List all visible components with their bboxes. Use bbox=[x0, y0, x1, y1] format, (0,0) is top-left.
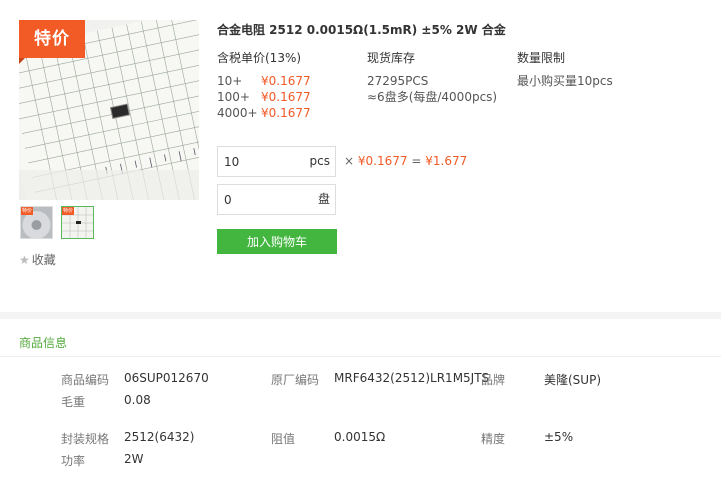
product-code-value: 06SUP012670 bbox=[124, 371, 209, 385]
price-calculation: × ¥0.1677 = ¥1.677 bbox=[344, 154, 467, 168]
tier-qty: 4000+ bbox=[217, 106, 258, 120]
tolerance-label: 精度 bbox=[481, 432, 506, 446]
section-title: 商品信息 bbox=[19, 336, 68, 350]
price-tier: 10+ ¥0.1677 bbox=[217, 73, 311, 89]
calc-unit-price: ¥0.1677 bbox=[357, 154, 408, 168]
thumbnail-reel[interactable]: 特价 bbox=[20, 206, 53, 239]
thumbnail-ruler[interactable]: 特价 bbox=[61, 206, 94, 239]
stock-info: 27295PCS ≈6盘多(每盘/4000pcs) bbox=[367, 73, 497, 105]
package-value: 2512(6432) bbox=[124, 430, 195, 444]
resistance-label: 阻值 bbox=[271, 432, 296, 446]
section-underline bbox=[0, 356, 721, 357]
favorite-button[interactable]: ★ 收藏 bbox=[19, 251, 56, 268]
quantity-input[interactable] bbox=[218, 147, 304, 176]
quantity-unit: pcs bbox=[309, 154, 330, 168]
section-divider bbox=[0, 312, 721, 319]
limit-header: 数量限制 bbox=[517, 51, 566, 65]
tier-price: ¥0.1677 bbox=[261, 74, 311, 88]
add-to-cart-button[interactable]: 加入购物车 bbox=[217, 229, 337, 254]
limit-text: 最小购买量10pcs bbox=[517, 74, 613, 88]
product-title: 合金电阻 2512 0.0015Ω(1.5mR) ±5% 2W 合金 bbox=[217, 23, 506, 37]
stock-reels: ≈6盘多(每盘/4000pcs) bbox=[367, 90, 498, 104]
thumbnail-badge: 特价 bbox=[62, 207, 74, 215]
tolerance-value: ±5% bbox=[544, 430, 574, 444]
tier-price: ¥0.1677 bbox=[261, 106, 311, 120]
price-header: 含税单价(13%) bbox=[217, 51, 302, 65]
product-code-label: 商品编码 bbox=[61, 373, 110, 387]
equals-sign: = bbox=[411, 154, 422, 168]
power-label: 功率 bbox=[61, 454, 86, 468]
tier-qty: 100+ bbox=[217, 90, 250, 104]
tier-qty: 10+ bbox=[217, 74, 243, 88]
package-label: 封装规格 bbox=[61, 432, 110, 446]
power-value: 2W bbox=[124, 452, 144, 466]
weight-value: 0.08 bbox=[124, 393, 151, 407]
special-offer-badge: 特价 bbox=[19, 20, 85, 64]
price-tier: 4000+ ¥0.1677 bbox=[217, 105, 311, 121]
brand-value: 美隆(SUP) bbox=[544, 373, 602, 387]
calc-total: ¥1.677 bbox=[425, 154, 468, 168]
reel-input[interactable] bbox=[218, 185, 304, 214]
star-icon: ★ bbox=[19, 253, 30, 267]
stock-header: 现货库存 bbox=[367, 51, 416, 65]
tier-price: ¥0.1677 bbox=[261, 90, 311, 104]
multiply-sign: × bbox=[344, 154, 355, 168]
resistance-value: 0.0015Ω bbox=[334, 430, 386, 444]
mfr-code-label: 原厂编码 bbox=[271, 373, 320, 387]
reel-unit: 盘 bbox=[317, 192, 330, 206]
thumbnail-badge: 特价 bbox=[21, 207, 33, 215]
price-tier-list: 10+ ¥0.1677 100+ ¥0.1677 4000+ ¥0.1677 bbox=[217, 73, 311, 121]
weight-label: 毛重 bbox=[61, 395, 86, 409]
price-tier: 100+ ¥0.1677 bbox=[217, 89, 311, 105]
product-main-image: 特价 bbox=[19, 20, 199, 200]
mfr-code-value: MRF6432(2512)LR1M5JTS bbox=[334, 371, 490, 385]
brand-label: 品牌 bbox=[481, 373, 506, 387]
quantity-field[interactable]: pcs bbox=[217, 146, 336, 177]
favorite-label: 收藏 bbox=[31, 253, 56, 267]
reel-field[interactable]: 盘 bbox=[217, 184, 336, 215]
stock-count: 27295PCS bbox=[367, 74, 429, 88]
